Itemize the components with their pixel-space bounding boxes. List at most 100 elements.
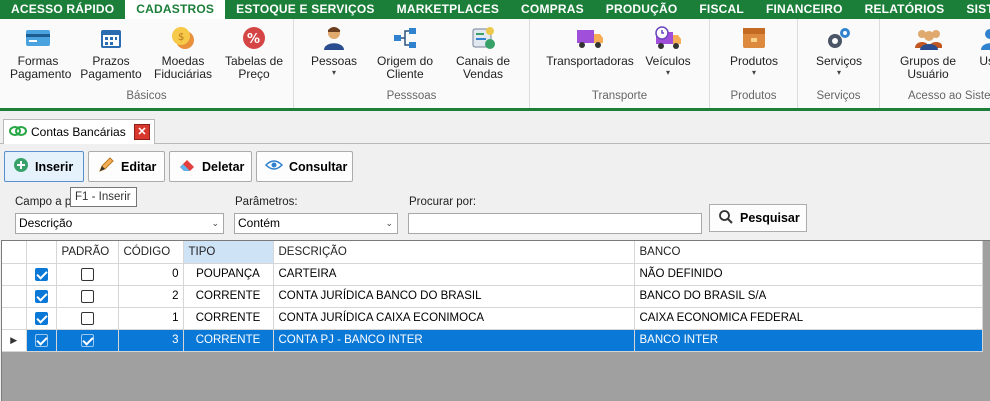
consultar-button[interactable]: Consultar	[256, 151, 353, 182]
canais-vendas-button[interactable]: Canais de Vendas	[450, 23, 516, 81]
ribbon-group-transporte: Transportadoras Veículos ▾ Transporte	[530, 19, 710, 108]
checkbox[interactable]	[80, 267, 94, 281]
checkbox[interactable]	[34, 267, 48, 281]
checkbox[interactable]	[80, 289, 94, 303]
formas-pagamento-button[interactable]: Formas Pagamento	[10, 23, 72, 81]
moedas-fiduciarias-button[interactable]: $ Moedas Fiduciárias	[152, 23, 214, 81]
pessoas-button[interactable]: Pessoas ▾	[308, 23, 360, 78]
grupos-usuario-button[interactable]: Grupos de Usuário	[892, 23, 964, 81]
table-row[interactable]: 0 POUPANÇA CARTEIRA NÃO DEFINIDO	[2, 263, 983, 286]
label: Pesquisar	[740, 211, 800, 225]
padrao-checkbox	[56, 263, 119, 286]
menu-fiscal[interactable]: FISCAL	[688, 0, 755, 19]
menu-compras[interactable]: COMPRAS	[510, 0, 595, 19]
cell-descricao: CONTA JURÍDICA CAIXA ECONIMOCA	[273, 307, 635, 330]
campo-label: Campo a pr	[15, 196, 76, 208]
group-label-servicos: Serviços	[816, 90, 861, 102]
menu-marketplaces[interactable]: MARKETPLACES	[386, 0, 510, 19]
table-row[interactable]: ▶ 3 CORRENTE CONTA PJ - BANCO INTER BANCO IN…	[2, 329, 983, 352]
veiculos-button[interactable]: Veículos ▾	[642, 23, 694, 78]
header-codigo[interactable]: CÓDIGO	[118, 241, 184, 264]
header-banco[interactable]: BANCO	[634, 241, 983, 264]
label: Vendas	[462, 67, 504, 81]
ribbon-group-basicos: Formas Pagamento Prazos Pagamento $ Moed…	[0, 19, 294, 108]
box-icon	[740, 25, 768, 51]
vehicle-clock-icon	[654, 25, 682, 51]
inserir-button[interactable]: Inserir	[4, 151, 84, 182]
tab-title: Contas Bancárias	[31, 125, 126, 139]
group-label-pessoas: Pesssoas	[386, 90, 437, 102]
padrao-checkbox	[56, 307, 119, 330]
label: Pagamento	[10, 67, 72, 81]
label: Fiduciárias	[153, 67, 213, 81]
cell-banco: NÃO DEFINIDO	[634, 263, 983, 286]
header-ativo[interactable]	[26, 241, 57, 264]
menu-producao[interactable]: PRODUÇÃO	[595, 0, 689, 19]
editar-button[interactable]: Editar	[88, 151, 165, 182]
header-descricao[interactable]: DESCRIÇÃO	[273, 241, 635, 264]
parametros-value: Contém	[238, 216, 281, 230]
group-label-produtos: Produtos	[730, 90, 777, 102]
checkbox[interactable]	[34, 311, 48, 325]
checkbox[interactable]	[80, 311, 94, 325]
padrao-checkbox	[56, 285, 119, 308]
toolbar: Inserir Editar Deletar Consultar	[0, 151, 990, 183]
contas-grid: PADRÃO CÓDIGO TIPO DESCRIÇÃO BANCO 0 POUP…	[1, 240, 990, 401]
padrao-checkbox	[56, 329, 119, 352]
menu-financeiro[interactable]: FINANCEIRO	[755, 0, 854, 19]
group-label-transporte: Transporte	[591, 90, 648, 102]
coins-icon: $	[169, 25, 197, 51]
menu-estoque-servicos[interactable]: ESTOQUE E SERVIÇOS	[225, 0, 386, 19]
header-indicator	[2, 241, 27, 264]
servicos-button[interactable]: Serviços ▾	[810, 23, 868, 78]
campo-select[interactable]: Descrição ⌄	[15, 213, 224, 234]
row-indicator: ▶	[2, 329, 27, 352]
cell-tipo: CORRENTE	[183, 285, 274, 308]
usuarios-button[interactable]: Usu	[970, 23, 990, 68]
menu-sistema[interactable]: SISTEMA	[955, 0, 990, 19]
label: Editar	[121, 159, 157, 174]
row-indicator	[2, 263, 27, 286]
parametros-select[interactable]: Contém ⌄	[234, 213, 398, 234]
transportadoras-button[interactable]: Transportadoras	[538, 23, 642, 68]
cell-banco: BANCO DO BRASIL S/A	[634, 285, 983, 308]
menu-relatorios[interactable]: RELATÓRIOS	[854, 0, 956, 19]
close-icon[interactable]: ✕	[134, 124, 150, 140]
tab-contas-bancarias[interactable]: Contas Bancárias ✕	[3, 119, 155, 144]
sales-channel-icon	[469, 25, 497, 51]
label: Preço	[238, 67, 270, 81]
ribbon-group-acesso: Grupos de Usuário Usu Acesso ao Sistema	[880, 19, 990, 108]
header-padrao[interactable]: PADRÃO	[56, 241, 119, 264]
prazos-pagamento-button[interactable]: Prazos Pagamento	[80, 23, 142, 81]
filter-bar: Campo a pr Descrição ⌄ Parâmetros: Conté…	[0, 192, 990, 240]
label: Usuário	[907, 67, 949, 81]
checkbox[interactable]	[34, 333, 48, 347]
label: Produtos	[729, 54, 779, 68]
cell-codigo: 1	[118, 307, 184, 330]
eraser-icon	[178, 157, 196, 176]
menu-acesso-rapido[interactable]: ACESSO RÁPIDO	[0, 0, 125, 19]
ativo-checkbox	[26, 307, 57, 330]
table-row[interactable]: 2 CORRENTE CONTA JURÍDICA BANCO DO BRASIL B…	[2, 285, 983, 308]
cell-tipo: CORRENTE	[183, 329, 274, 352]
chevron-down-icon: ▾	[836, 68, 841, 77]
procurar-label: Procurar por:	[409, 196, 477, 208]
procurar-input[interactable]	[408, 213, 702, 234]
gears-icon	[825, 25, 853, 51]
produtos-button[interactable]: Produtos ▾	[724, 23, 784, 78]
menu-cadastros[interactable]: CADASTROS	[125, 0, 226, 19]
cell-descricao: CARTEIRA	[273, 263, 635, 286]
header-tipo[interactable]: TIPO	[183, 241, 274, 264]
pesquisar-button[interactable]: Pesquisar	[709, 204, 807, 232]
checkbox[interactable]	[34, 289, 48, 303]
truck-icon	[576, 25, 604, 51]
label: Serviços	[815, 54, 862, 68]
checkbox[interactable]	[80, 333, 94, 347]
tabelas-preco-button[interactable]: % Tabelas de Preço	[222, 23, 286, 81]
origem-cliente-button[interactable]: Origem do Cliente	[374, 23, 436, 81]
deletar-button[interactable]: Deletar	[169, 151, 252, 182]
calendar-icon	[97, 25, 125, 51]
chevron-down-icon: ⌄	[211, 218, 219, 228]
grid-header-row: PADRÃO CÓDIGO TIPO DESCRIÇÃO BANCO	[2, 241, 983, 264]
table-row[interactable]: 1 CORRENTE CONTA JURÍDICA CAIXA ECONIMOCA C…	[2, 307, 983, 330]
